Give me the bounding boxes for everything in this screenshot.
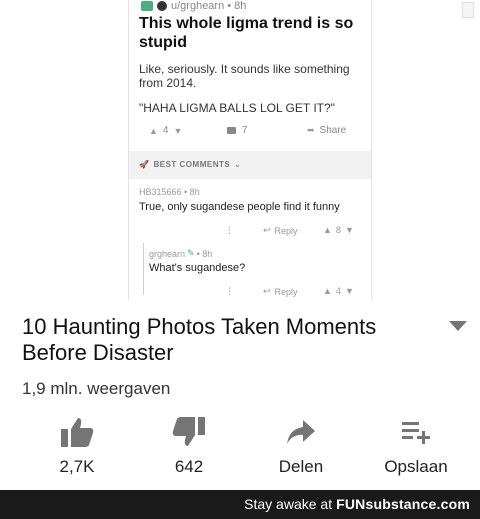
reply-icon: ↩ [263,286,271,296]
comment2-author: grghearn ✎ • 8h [149,248,212,259]
post-comment-count: 7 [242,125,248,136]
share-label: Delen [278,457,324,476]
scrollbar-thumb [462,2,474,18]
expand-description-icon[interactable] [449,321,467,331]
reddit-post-card: u/grghearn • 8h This whole ligma trend i… [128,0,372,300]
best-comments-sort: 🚀 BEST COMMENTS ⌄ [139,160,241,169]
post-author-time: u/grghearn • 8h [171,0,247,12]
post-share-label: Share [319,125,347,136]
comment2-vote: ▲ 4 ▼ [323,286,354,296]
downvote-icon: ▼ [173,125,183,136]
post-vote-count: 4 [162,125,169,136]
share-arrow-icon [287,420,315,444]
reply-icon: ↩ [263,225,271,235]
user-avatar-icon [157,1,167,11]
comment2-reply: ↩ Reply [263,286,298,297]
upvote-icon: ▲ [149,125,158,136]
dislike-count: 642 [174,457,204,476]
playlist-add-icon [402,422,430,444]
share-button[interactable]: Delen [251,415,351,479]
op-badge-icon: ✎ [187,248,195,258]
like-count: 2,7K [59,457,95,476]
comment2-vote-count: 4 [335,286,341,296]
thumbs-down-icon [172,417,205,446]
downvote-icon: ▼ [344,225,354,235]
watermark-brand: FUNsubstance.com [336,496,470,512]
upvote-icon: ▲ [323,225,332,235]
comment1-vote: ▲ 8 ▼ [323,225,354,235]
comment1-actions: ⋮ ↩ Reply ▲ 8 ▼ [129,225,371,239]
post-title: This whole ligma trend is so stupid [139,15,354,51]
comment1-reply-label: Reply [274,225,298,236]
comment2-author-name: grghearn [149,248,186,259]
best-comments-bar: 🚀 BEST COMMENTS ⌄ [129,151,371,179]
post-share: ➦ Share [307,125,346,136]
watermark-text: Stay awake at FUNsubstance.com [244,496,470,512]
downvote-icon: ▼ [344,286,354,296]
subreddit-icon [141,1,153,11]
watermark-brand-fun: FUN [336,496,366,512]
upvote-icon: ▲ [323,286,332,296]
watermark-footer: Stay awake at FUNsubstance.com [0,490,480,519]
video-view-count: 1,9 mln. weergaven [22,379,171,398]
comment2-actions: ⋮ ↩ Reply ▲ 4 ▼ [129,286,371,300]
post-actions: ▲ 4 ▼ 7 ➦ Share [129,123,371,143]
post-meta: u/grghearn • 8h [141,0,246,12]
chevron-down-icon: ⌄ [234,160,242,169]
comment-icon [227,127,236,134]
comment1-author: HB315666 • 8h [139,187,200,197]
more-options-icon: ⋮ [225,225,234,235]
thumbs-up-icon [61,418,94,447]
save-label: Opslaan [384,457,448,476]
video-action-bar: 2,7K 642 Delen Opslaan [0,415,480,485]
more-options-icon: ⋮ [225,286,234,296]
like-button[interactable]: 2,7K [27,415,127,479]
post-vote: ▲ 4 ▼ [149,125,182,136]
share-arrow-icon: ➦ [307,125,315,135]
comment2-text: What's sugandese? [149,262,246,274]
reddit-screenshot-image: u/grghearn • 8h This whole ligma trend i… [0,0,480,300]
post-quote: "HAHA LIGMA BALLS LOL GET IT?" [139,101,335,115]
watermark-prefix: Stay awake at [244,496,333,512]
post-comments: 7 [227,125,248,136]
best-comments-label: BEST COMMENTS [153,160,231,169]
dislike-button[interactable]: 642 [139,415,239,479]
comment1-text: True, only sugandese people find it funn… [139,201,340,213]
comment1-vote-count: 8 [335,225,341,235]
watermark-brand-rest: substance.com [365,496,470,512]
rocket-icon: 🚀 [139,160,150,169]
comment2-author-time: • 8h [196,248,213,259]
post-body: Like, seriously. It sounds like somethin… [139,62,350,90]
comment1-reply: ↩ Reply [263,225,298,236]
video-title: 10 Haunting Photos Taken Moments Before … [22,314,377,365]
comment2-reply-label: Reply [274,286,298,297]
save-to-playlist-button[interactable]: Opslaan [366,415,466,479]
